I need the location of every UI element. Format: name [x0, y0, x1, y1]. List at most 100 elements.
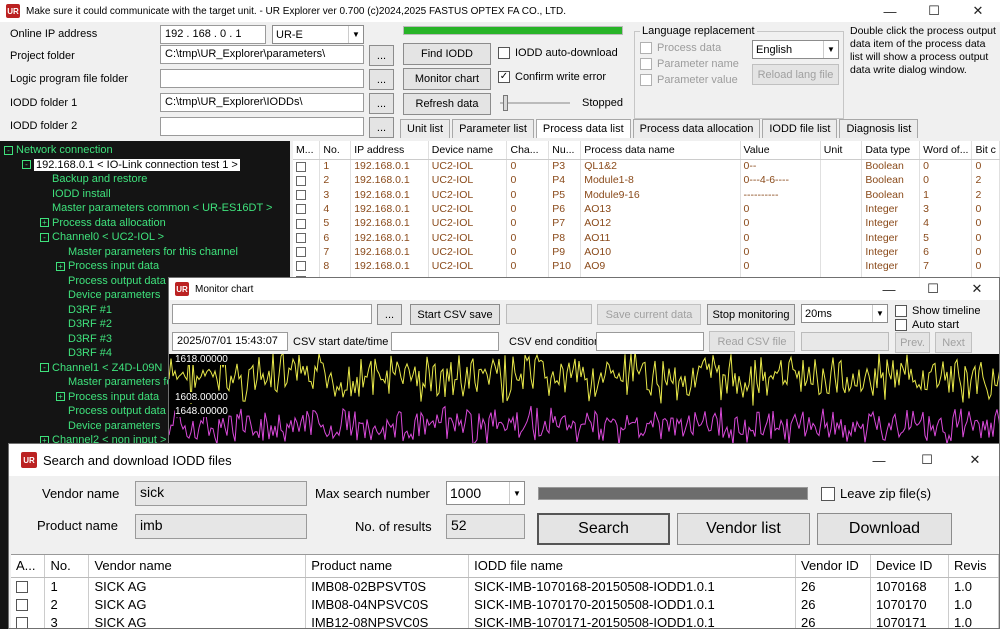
tree-node[interactable]: + Process input data [56, 260, 159, 272]
tree-node[interactable]: D3RF #3 [56, 333, 112, 345]
stop-monitoring-button[interactable]: Stop monitoring [707, 304, 795, 325]
project-folder-field[interactable]: C:\tmp\UR_Explorer\parameters\ [160, 45, 364, 64]
row-checkbox[interactable] [293, 159, 321, 174]
csv-path-field[interactable] [172, 304, 372, 324]
tree-node[interactable]: - Channel0 < UC2-IOL > [40, 231, 164, 243]
tree-node[interactable]: IODD install [40, 188, 111, 200]
slider-thumb[interactable] [503, 95, 509, 111]
column-header[interactable]: Value [740, 141, 821, 160]
column-header[interactable]: Vendor name [88, 555, 307, 578]
table-row[interactable]: 1 192.168.0.1 UC2-IOL 0 P3 QL1&2 0-- Boolean 0 0 [293, 159, 1000, 174]
tree-node[interactable]: D3RF #1 [56, 304, 112, 316]
vendor-list-button[interactable]: Vendor list [677, 513, 810, 545]
minimize-icon[interactable]: — [867, 278, 911, 300]
find-iodd-button[interactable]: Find IODD [403, 43, 491, 65]
vendor-name-field[interactable]: sick [135, 481, 307, 506]
column-header[interactable]: Product name [305, 555, 470, 578]
collapse-icon[interactable]: - [40, 363, 49, 372]
tree-node[interactable]: Device parameters [56, 289, 160, 301]
confirm-write-error-checkbox[interactable]: ✓ Confirm write error [498, 71, 606, 83]
csv-browse-button[interactable]: ... [377, 304, 402, 325]
maximize-icon[interactable]: ☐ [911, 278, 955, 300]
reload-lang-button[interactable]: Reload lang file [752, 64, 839, 85]
auto-start-checkbox[interactable]: Auto start [895, 319, 959, 331]
collapse-icon[interactable]: - [4, 145, 13, 155]
tab-iodd-file-list[interactable]: IODD file list [762, 119, 838, 138]
column-header[interactable]: Revis [948, 555, 999, 578]
close-icon[interactable]: ✕ [956, 0, 1000, 22]
table-row[interactable]: 8 192.168.0.1 UC2-IOL 0 P10 AO9 0 Integer 7 0 [293, 259, 1000, 274]
logic-folder-field[interactable] [160, 69, 364, 88]
iodd-results-list[interactable]: A... No. Vendor name Product name IODD file … [11, 554, 999, 628]
tree-node[interactable]: + Process input data [56, 391, 159, 403]
collapse-icon[interactable]: - [22, 160, 31, 169]
tree-node[interactable]: D3RF #4 [56, 347, 112, 359]
expand-icon[interactable]: + [56, 392, 65, 401]
column-header[interactable]: IODD file name [468, 555, 796, 578]
leave-zip-checkbox[interactable]: Leave zip file(s) [821, 486, 931, 501]
maximize-icon[interactable]: ☐ [903, 449, 951, 471]
iodd-folder2-field[interactable] [160, 117, 364, 136]
tab-diagnosis-list[interactable]: Diagnosis list [839, 119, 919, 138]
tab-unit-list[interactable]: Unit list [400, 119, 451, 138]
minimize-icon[interactable]: — [855, 449, 903, 471]
tree-node[interactable]: - Channel1 < Z4D-L09N [40, 362, 162, 374]
language-combo[interactable]: English ▼ [752, 40, 839, 59]
column-header[interactable]: Unit [820, 141, 863, 160]
csv-start-field[interactable] [391, 332, 499, 351]
refresh-slider[interactable] [500, 93, 570, 113]
iodd-folder2-browse-button[interactable]: ... [369, 117, 394, 138]
row-checkbox[interactable] [11, 595, 46, 613]
tree-node[interactable]: Device parameters [56, 420, 160, 432]
table-row[interactable]: 2 192.168.0.1 UC2-IOL 0 P4 Module1-8 0---4-6--… [293, 173, 1000, 188]
save-current-data-button[interactable]: Save current data [597, 304, 701, 325]
show-timeline-checkbox[interactable]: Show timeline [895, 305, 980, 317]
tree-node[interactable]: Master parameters for this channel [56, 246, 238, 258]
expand-icon[interactable]: + [56, 261, 65, 271]
csv-end-field[interactable] [596, 332, 704, 351]
tree-node[interactable]: Backup and restore [40, 173, 147, 185]
column-header[interactable]: No. [319, 141, 352, 160]
project-folder-browse-button[interactable]: ... [369, 45, 394, 66]
row-checkbox[interactable] [293, 259, 321, 274]
column-header[interactable]: M... [293, 141, 321, 160]
column-header[interactable]: Device ID [870, 555, 949, 578]
online-ip-field[interactable]: 192 . 168 . 0 . 1 [160, 25, 266, 44]
logic-folder-browse-button[interactable]: ... [369, 69, 394, 90]
column-header[interactable]: Device name [428, 141, 508, 160]
table-row[interactable]: 4 192.168.0.1 UC2-IOL 0 P6 AO13 0 Integer 3 0 [293, 201, 1000, 217]
tree-node[interactable]: - Network connection [4, 144, 113, 156]
column-header[interactable]: Process data name [580, 141, 741, 160]
lang-parameter-value-checkbox[interactable]: Parameter value [640, 74, 738, 86]
tree-node[interactable]: Process output data [56, 405, 166, 417]
tab-process-data-allocation[interactable]: Process data allocation [632, 119, 761, 138]
table-row[interactable]: 3 SICK AG IMB12-08NPSVC0S SICK-IMB-1070171-… [11, 613, 999, 628]
max-search-combo[interactable]: 1000 ▼ [446, 481, 525, 505]
row-checkbox[interactable] [293, 230, 321, 245]
table-row[interactable]: 2 SICK AG IMB08-04NPSVC0S SICK-IMB-1070170-… [11, 595, 999, 613]
minimize-icon[interactable]: — [868, 0, 912, 22]
start-csv-save-button[interactable]: Start CSV save [410, 304, 500, 325]
search-button[interactable]: Search [537, 513, 670, 545]
unit-type-combo[interactable]: UR-E ▼ [272, 25, 364, 44]
row-checkbox[interactable] [293, 244, 321, 260]
column-header[interactable]: Cha... [506, 141, 550, 160]
read-csv-button[interactable]: Read CSV file [709, 331, 795, 352]
table-row[interactable]: 1 SICK AG IMB08-02BPSVT0S SICK-IMB-1070168-… [11, 577, 999, 595]
table-row[interactable]: 5 192.168.0.1 UC2-IOL 0 P7 AO12 0 Integer 4 0 [293, 216, 1000, 231]
row-checkbox[interactable] [293, 187, 321, 202]
product-name-field[interactable]: imb [135, 514, 307, 539]
iodd-folder1-field[interactable]: C:\tmp\UR_Explorer\IODDs\ [160, 93, 364, 112]
column-header[interactable]: A... [11, 555, 46, 578]
table-row[interactable]: 6 192.168.0.1 UC2-IOL 0 P8 AO11 0 Integer 5 0 [293, 230, 1000, 245]
column-header[interactable]: Word of... [919, 141, 973, 160]
iodd-folder1-browse-button[interactable]: ... [369, 93, 394, 114]
collapse-icon[interactable]: - [40, 232, 49, 242]
lang-process-data-checkbox[interactable]: Process data [640, 42, 721, 54]
refresh-data-button[interactable]: Refresh data [403, 93, 491, 115]
column-header[interactable]: Bit c [971, 141, 1000, 160]
tab-process-data-list[interactable]: Process data list [535, 119, 631, 138]
lang-parameter-name-checkbox[interactable]: Parameter name [640, 58, 739, 70]
row-checkbox[interactable] [11, 577, 46, 595]
row-checkbox[interactable] [11, 613, 46, 628]
